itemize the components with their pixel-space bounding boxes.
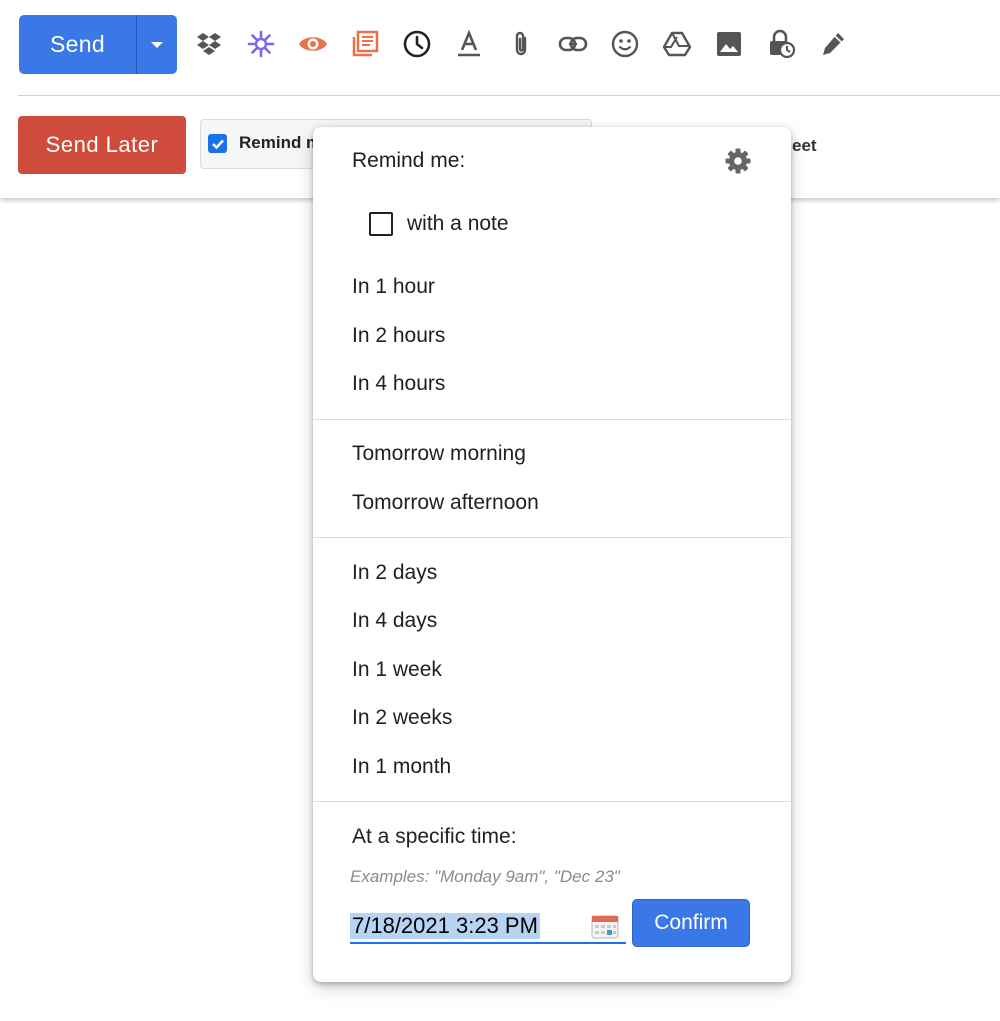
drive-icon[interactable] [660, 22, 694, 66]
checkmark-icon [211, 139, 224, 149]
menu-item-tomorrow-morning[interactable]: Tomorrow morning [352, 442, 526, 466]
send-button[interactable]: Send [19, 15, 136, 74]
date-time-input[interactable]: 7/18/2021 3:23 PM [350, 910, 626, 944]
specific-time-label: At a specific time: [352, 825, 517, 848]
menu-divider [313, 537, 791, 538]
menu-item-in-1-month[interactable]: In 1 month [352, 755, 451, 779]
text-format-icon[interactable] [452, 22, 486, 66]
examples-hint: Examples: "Monday 9am", "Dec 23" [350, 867, 620, 886]
with-note-label: with a note [407, 212, 509, 235]
confidential-mode-icon[interactable] [764, 22, 798, 66]
remind-me-checkbox[interactable] [208, 134, 227, 153]
dropbox-icon[interactable] [192, 22, 226, 66]
caret-down-icon [151, 41, 163, 48]
menu-divider [313, 419, 791, 420]
menu-item-in-1-week[interactable]: In 1 week [352, 658, 442, 682]
menu-title: Remind me: [352, 149, 466, 172]
confirm-button[interactable]: Confirm [632, 899, 750, 947]
sparkle-icon[interactable] [244, 22, 278, 66]
with-note-option[interactable]: with a note [369, 209, 509, 239]
with-note-checkbox[interactable] [369, 212, 393, 236]
link-icon[interactable] [556, 22, 590, 66]
menu-item-in-4-days[interactable]: In 4 days [352, 609, 437, 633]
send-button-group: Send [19, 15, 177, 74]
toolbar-separator [18, 95, 1000, 96]
emoji-icon[interactable] [608, 22, 642, 66]
eye-icon[interactable] [296, 22, 330, 66]
attachment-icon[interactable] [504, 22, 538, 66]
remind-me-dropdown: Remind me: with a note In 1 hour In 2 ho… [313, 127, 791, 982]
date-time-value[interactable]: 7/18/2021 3:23 PM [350, 913, 540, 939]
menu-item-in-2-hours[interactable]: In 2 hours [352, 324, 445, 348]
menu-item-in-4-hours[interactable]: In 4 hours [352, 372, 445, 396]
meet-option-label[interactable]: eet [792, 136, 817, 156]
templates-icon[interactable] [348, 22, 382, 66]
gear-icon[interactable] [724, 147, 752, 175]
send-later-button[interactable]: Send Later [18, 116, 186, 174]
menu-item-in-2-days[interactable]: In 2 days [352, 561, 437, 585]
calendar-icon[interactable] [591, 913, 619, 939]
image-icon[interactable] [712, 22, 746, 66]
menu-divider [313, 801, 791, 802]
menu-item-tomorrow-afternoon[interactable]: Tomorrow afternoon [352, 491, 539, 515]
menu-item-in-1-hour[interactable]: In 1 hour [352, 275, 435, 299]
remind-me-label: Remind m [239, 133, 322, 152]
signature-pen-icon[interactable] [816, 22, 850, 66]
send-options-button[interactable] [137, 15, 177, 74]
menu-item-in-2-weeks[interactable]: In 2 weeks [352, 706, 452, 730]
clock-icon[interactable] [400, 22, 434, 66]
